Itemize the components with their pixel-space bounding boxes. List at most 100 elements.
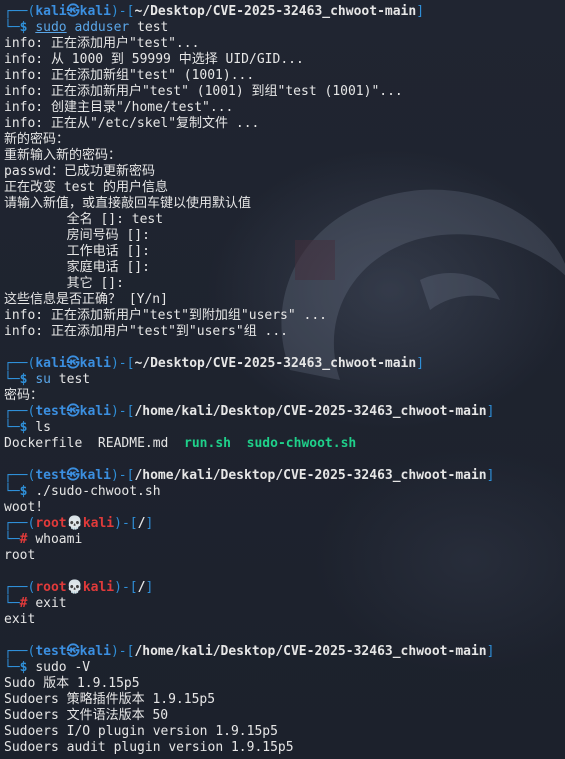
prompt-header-line: ┌──(test㉿kali)-[/home/kali/Desktop/CVE-2… (4, 644, 565, 660)
prompt-frame: ┌──( (4, 644, 36, 659)
output-line: info: 正在从"/etc/skel"复制文件 ... (4, 116, 260, 131)
file-name: README.md (82, 436, 169, 451)
prompt-command-line: └─$ ls (4, 420, 565, 436)
executable-file-name: sudo-chwoot.sh (231, 436, 357, 451)
prompt-user: root (35, 516, 67, 531)
command-text: su (35, 372, 51, 387)
prompt-path: ~/Desktop/CVE-2025-32463_chwoot-main (134, 356, 417, 371)
output-line: info: 创建主目录"/home/test"... (4, 100, 234, 115)
prompt-header-line: ┌──(test㉿kali)-[/home/kali/Desktop/CVE-2… (4, 404, 565, 420)
output-line: Sudoers 文件语法版本 50 (4, 708, 169, 723)
prompt-frame: └─ (4, 532, 20, 547)
prompt-frame: )-[ (114, 516, 138, 531)
prompt-host: kali (79, 644, 111, 659)
prompt-header-line: ┌──(kali㉿kali)-[~/Desktop/CVE-2025-32463… (4, 4, 565, 20)
prompt-frame: )-[ (110, 356, 135, 371)
prompt-frame: )-[ (110, 644, 135, 659)
prompt-command-line: └─# exit (4, 596, 565, 612)
prompt-frame: ] (145, 516, 154, 531)
prompt-path: /home/kali/Desktop/CVE-2025-32463_chwoot… (134, 468, 487, 483)
at-sign-icon: ㉿ (66, 404, 80, 419)
root-prompt-symbol: # (19, 596, 28, 611)
prompt-header-line: ┌──(kali㉿kali)-[~/Desktop/CVE-2025-32463… (4, 356, 565, 372)
command-text: test (129, 20, 169, 35)
prompt-frame: └─ (4, 20, 20, 35)
root-prompt-symbol: # (19, 532, 28, 547)
command-text: ls (35, 420, 51, 435)
prompt-frame: )-[ (110, 468, 135, 483)
prompt-path: /home/kali/Desktop/CVE-2025-32463_chwoot… (134, 404, 487, 419)
command-text: exit (35, 596, 67, 611)
output-line: 密码： (4, 388, 44, 403)
prompt-host: kali (79, 4, 111, 19)
prompt-user: test (35, 468, 67, 483)
at-sign-icon: ㉿ (66, 356, 80, 371)
prompt-frame: └─ (4, 420, 20, 435)
command-text: sudo -V (35, 660, 91, 675)
prompt-command-line: └─$ su test (4, 372, 565, 388)
prompt-frame: ] (486, 404, 495, 419)
output-line: 家庭电话 []: (4, 260, 150, 275)
prompt-frame: ┌──( (4, 468, 36, 483)
prompt-frame: └─ (4, 660, 20, 675)
prompt-frame: ] (486, 644, 495, 659)
output-line: Sudoers 策略插件版本 1.9.15p5 (4, 692, 216, 707)
prompt-header-line: ┌──(root💀kali)-[/] (4, 516, 565, 532)
output-line: 新的密码： (4, 132, 70, 147)
user-prompt-symbol: $ (19, 372, 28, 387)
output-line: info: 正在添加新用户"test"到附加组"users" ... (4, 308, 328, 323)
output-line: info: 正在添加新用户"test" (1001) 到组"test (1001… (4, 84, 403, 99)
command-text: whoami (35, 532, 83, 547)
prompt-host: kali (79, 468, 111, 483)
prompt-host: kali (82, 516, 115, 531)
prompt-header-line: ┌──(root💀kali)-[/] (4, 580, 565, 596)
output-line: 正在改变 test 的用户信息 (4, 180, 168, 195)
terminal-window[interactable]: { "blocks": [ {"type":"prompt","user":"k… (0, 0, 565, 759)
prompt-frame: ] (486, 468, 495, 483)
output-line: Sudoers I/O plugin version 1.9.15p5 (4, 724, 278, 739)
user-prompt-symbol: $ (19, 660, 28, 675)
output-line: woot! (4, 500, 44, 515)
at-sign-icon: ㉿ (66, 468, 80, 483)
prompt-user: kali (35, 4, 67, 19)
prompt-command-line: └─$ ./sudo-chwoot.sh (4, 484, 565, 500)
output-line: info: 正在添加用户"test"... (4, 36, 200, 51)
user-prompt-symbol: $ (19, 420, 28, 435)
output-line: info: 正在添加用户"test"到"users"组 ... (4, 324, 289, 339)
skull-icon: 💀 (66, 580, 83, 595)
output-line: Sudo 版本 1.9.15p5 (4, 676, 140, 691)
user-prompt-symbol: $ (19, 20, 28, 35)
prompt-header-line: ┌──(test㉿kali)-[/home/kali/Desktop/CVE-2… (4, 468, 565, 484)
prompt-path: /home/kali/Desktop/CVE-2025-32463_chwoot… (134, 644, 487, 659)
prompt-frame: └─ (4, 372, 20, 387)
terminal-output[interactable]: ┌──(kali㉿kali)-[~/Desktop/CVE-2025-32463… (4, 4, 565, 759)
prompt-frame: └─ (4, 484, 20, 499)
prompt-command-line: └─$ sudo adduser test (4, 20, 565, 36)
prompt-frame: )-[ (114, 580, 138, 595)
output-line: 请输入新值，或直接敲回车键以使用默认值 (4, 196, 252, 211)
output-line: 全名 []: test (4, 212, 164, 227)
prompt-path: ~/Desktop/CVE-2025-32463_chwoot-main (134, 4, 417, 19)
prompt-frame: ┌──( (4, 356, 36, 371)
at-sign-icon: ㉿ (66, 4, 80, 19)
at-sign-icon: ㉿ (66, 644, 80, 659)
prompt-frame: )-[ (110, 4, 135, 19)
user-prompt-symbol: $ (19, 484, 28, 499)
prompt-host: kali (82, 580, 115, 595)
output-line: 房间号码 []: (4, 228, 150, 243)
prompt-command-line: └─$ sudo -V (4, 660, 565, 676)
prompt-frame: ┌──( (4, 516, 36, 531)
prompt-frame: ] (416, 4, 425, 19)
prompt-frame: ┌──( (4, 4, 36, 19)
executable-file-name: run.sh (168, 436, 231, 451)
prompt-frame: ] (145, 580, 154, 595)
prompt-frame: └─ (4, 596, 20, 611)
prompt-user: root (35, 580, 67, 595)
prompt-user: test (35, 404, 67, 419)
skull-icon: 💀 (66, 516, 83, 531)
prompt-frame: ┌──( (4, 404, 36, 419)
